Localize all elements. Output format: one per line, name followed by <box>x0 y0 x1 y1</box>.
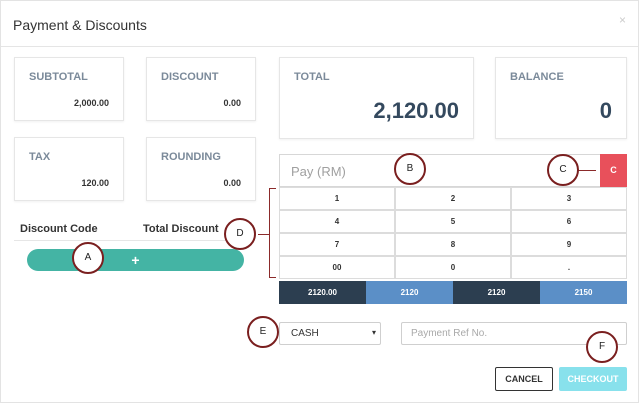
annotation-marker-e: E <box>247 316 279 348</box>
payment-dialog: Payment & Discounts × SUBTOTAL 2,000.00 … <box>0 0 639 403</box>
rounding-card: ROUNDING 0.00 <box>146 137 256 201</box>
annotation-connector <box>258 234 269 235</box>
annotation-marker-c: C <box>547 154 579 186</box>
rounding-label: ROUNDING <box>161 151 221 163</box>
keypad-key[interactable]: 6 <box>511 210 627 233</box>
payment-method-select[interactable]: CASH ▾ <box>279 322 381 345</box>
keypad-key[interactable]: 2 <box>395 187 511 210</box>
keypad-key[interactable]: 3 <box>511 187 627 210</box>
keypad-key[interactable]: . <box>511 256 627 279</box>
annotation-marker-d: D <box>224 218 256 250</box>
add-discount-button[interactable]: + <box>27 249 244 271</box>
total-card: TOTAL 2,120.00 <box>279 57 474 139</box>
total-discount-header: Total Discount <box>143 223 219 235</box>
tax-card: TAX 120.00 <box>14 137 124 201</box>
keypad-key[interactable]: 5 <box>395 210 511 233</box>
quick-amount-button[interactable]: 2120 <box>366 281 453 304</box>
discount-divider <box>14 240 246 241</box>
discount-code-header: Discount Code <box>20 223 98 235</box>
keypad-bracket <box>269 188 276 278</box>
keypad-key[interactable]: 9 <box>511 233 627 256</box>
quick-amount-button[interactable]: 2150 <box>540 281 627 304</box>
subtotal-card: SUBTOTAL 2,000.00 <box>14 57 124 121</box>
cancel-button[interactable]: CANCEL <box>495 367 553 391</box>
discount-value: 0.00 <box>223 98 241 108</box>
annotation-marker-b: B <box>394 153 426 185</box>
subtotal-label: SUBTOTAL <box>29 71 88 83</box>
keypad-key[interactable]: 1 <box>279 187 395 210</box>
annotation-connector <box>578 170 596 171</box>
annotation-marker-a: A <box>72 242 104 274</box>
tax-value: 120.00 <box>81 178 109 188</box>
keypad-key[interactable]: 4 <box>279 210 395 233</box>
pay-placeholder: Pay (RM) <box>291 164 346 179</box>
tax-label: TAX <box>29 151 51 163</box>
balance-value: 0 <box>599 98 612 123</box>
keypad-key[interactable]: 8 <box>395 233 511 256</box>
chevron-down-icon: ▾ <box>371 328 376 337</box>
payment-ref-placeholder: Payment Ref No. <box>411 328 488 339</box>
clear-button[interactable]: C <box>600 154 627 187</box>
discount-label: DISCOUNT <box>161 71 219 83</box>
annotation-marker-f: F <box>586 331 618 363</box>
balance-label: BALANCE <box>510 71 564 83</box>
close-icon[interactable]: × <box>619 13 626 27</box>
subtotal-value: 2,000.00 <box>73 98 109 108</box>
keypad-key[interactable]: 7 <box>279 233 395 256</box>
checkout-button[interactable]: CHECKOUT <box>559 367 627 391</box>
keypad-key[interactable]: 00 <box>279 256 395 279</box>
plus-icon: + <box>131 252 140 268</box>
total-value: 2,120.00 <box>373 98 459 123</box>
dialog-title: Payment & Discounts <box>13 17 147 33</box>
keypad-key[interactable]: 0 <box>395 256 511 279</box>
payment-method-value: CASH <box>291 328 319 339</box>
dialog-header: Payment & Discounts × <box>1 1 638 47</box>
quick-amount-button[interactable]: 2120 <box>453 281 540 304</box>
discount-card: DISCOUNT 0.00 <box>146 57 256 121</box>
balance-card: BALANCE 0 <box>495 57 627 139</box>
rounding-value: 0.00 <box>223 178 241 188</box>
quick-amount-button[interactable]: 2120.00 <box>279 281 366 304</box>
total-label: TOTAL <box>294 71 330 83</box>
